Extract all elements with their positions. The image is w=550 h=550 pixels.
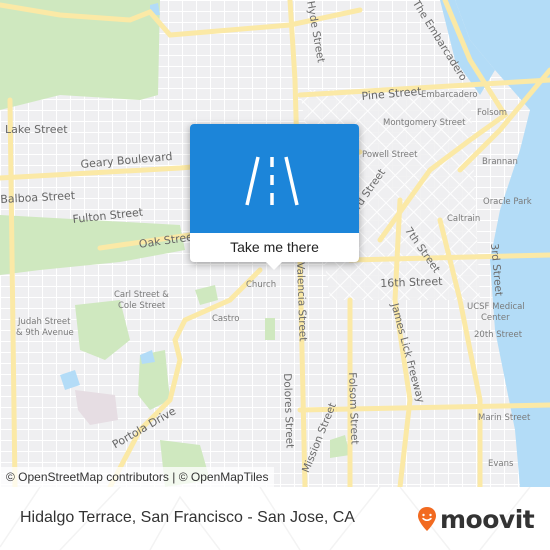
map[interactable]: Hyde Street The Embarcadero Pine Street …	[0, 0, 550, 487]
map-label-20th-street: 20th Street	[474, 330, 523, 340]
footer: Hidalgo Terrace, San Francisco - San Jos…	[0, 487, 550, 550]
take-me-there-button[interactable]: Take me there	[190, 233, 359, 262]
map-label-folsom-station: Folsom	[477, 108, 508, 118]
map-label-brannan: Brannan	[482, 157, 518, 167]
map-attribution[interactable]: © OpenStreetMap contributors | © OpenMap…	[0, 467, 275, 487]
map-label-montgomery-street: Montgomery Street	[383, 118, 466, 128]
moovit-logo[interactable]: moovit	[417, 503, 535, 535]
popup-header[interactable]	[190, 124, 359, 233]
map-label-castro: Castro	[212, 314, 240, 324]
map-label-dolores-street: Dolores Street	[281, 373, 296, 449]
map-label-carl-cole-1: Carl Street &	[114, 290, 169, 300]
map-label-ucsf-2: Center	[481, 313, 510, 323]
map-label-evans: Evans	[488, 459, 514, 469]
map-label-church: Church	[246, 280, 277, 290]
road-icon	[245, 156, 299, 206]
location-title: Hidalgo Terrace, San Francisco - San Jos…	[20, 509, 355, 526]
popup-pointer	[265, 261, 283, 270]
map-label-marin-street: Marin Street	[478, 413, 531, 423]
map-label-ucsf-1: UCSF Medical	[467, 302, 525, 312]
map-label-judah-1: Judah Street	[18, 317, 71, 327]
moovit-pin-icon	[418, 507, 436, 531]
map-label-folsom-street: Folsom Street	[346, 372, 361, 445]
moovit-logo-text: moovit	[440, 504, 535, 534]
map-label-lake-street: Lake Street	[5, 123, 68, 136]
map-label-oracle-park: Oracle Park	[483, 197, 532, 207]
take-me-there-popup[interactable]: Take me there	[190, 124, 359, 270]
map-label-carl-cole-2: Cole Street	[118, 301, 166, 311]
map-label-16th-street: 16th Street	[380, 274, 443, 290]
map-label-caltrain: Caltrain	[447, 214, 481, 224]
map-label-embarcadero-station: Embarcadero	[421, 90, 478, 100]
map-label-powell-street: Powell Street	[362, 150, 418, 160]
map-label-judah-2: & 9th Avenue	[16, 328, 74, 338]
